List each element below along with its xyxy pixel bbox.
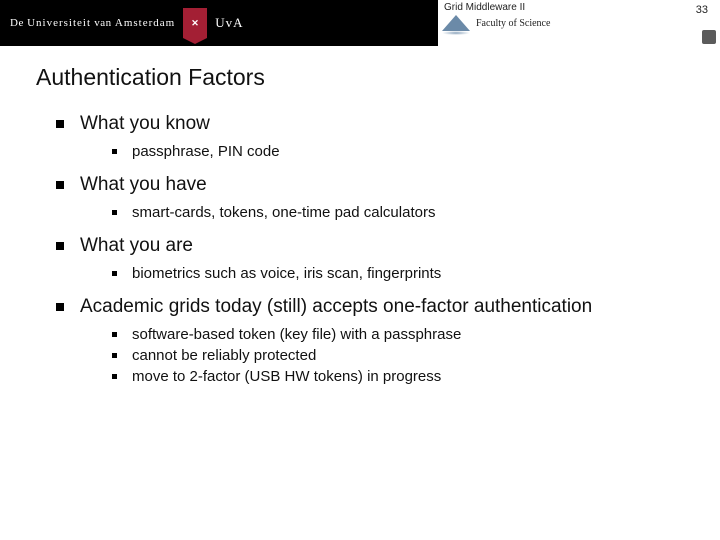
header-right: Grid Middleware II Faculty of Science [438,0,720,46]
brand-city: Amsterdam [115,17,175,29]
crest-icon: ✕ [183,8,207,38]
bullet-list: What you know passphrase, PIN code What … [36,113,684,385]
brand-text: De Universiteit van Amsterdam [10,17,175,29]
bullet-item: What you have smart-cards, tokens, one-t… [56,174,684,221]
sub-item: smart-cards, tokens, one-time pad calcul… [112,204,684,221]
sub-item: passphrase, PIN code [112,143,684,160]
course-title: Grid Middleware II [438,0,720,15]
bullet-text: What you know [80,113,210,134]
bullet-text: Academic grids today (still) accepts one… [80,296,592,317]
slide-title: Authentication Factors [36,64,684,91]
brand-bar: De Universiteit van Amsterdam ✕ UvA [0,0,438,46]
pyramid-icon [442,15,470,31]
sub-list: software-based token (key file) with a p… [80,326,684,385]
slide-content: Authentication Factors What you know pas… [0,46,720,385]
bullet-text: What you are [80,235,193,256]
sub-item: move to 2-factor (USB HW tokens) in prog… [112,368,684,385]
faculty-label: Faculty of Science [476,18,550,29]
uva-wordmark: UvA [215,15,243,31]
bullet-text: What you have [80,174,207,195]
faculty-row: Faculty of Science [438,15,720,31]
sub-list: passphrase, PIN code [80,143,684,160]
sub-item: cannot be reliably protected [112,347,684,364]
slide-header: De Universiteit van Amsterdam ✕ UvA Grid… [0,0,720,46]
brand-mid: Universiteit [27,17,91,29]
corner-badge-icon [702,30,716,44]
sub-list: biometrics such as voice, iris scan, fin… [80,265,684,282]
bullet-item: What you are biometrics such as voice, i… [56,235,684,282]
slide-number: 33 [696,4,708,16]
sub-item: software-based token (key file) with a p… [112,326,684,343]
brand-post: van [94,17,111,29]
bullet-item: Academic grids today (still) accepts one… [56,296,684,385]
bullet-item: What you know passphrase, PIN code [56,113,684,160]
brand-pre: De [10,17,24,29]
sub-list: smart-cards, tokens, one-time pad calcul… [80,204,684,221]
sub-item: biometrics such as voice, iris scan, fin… [112,265,684,282]
